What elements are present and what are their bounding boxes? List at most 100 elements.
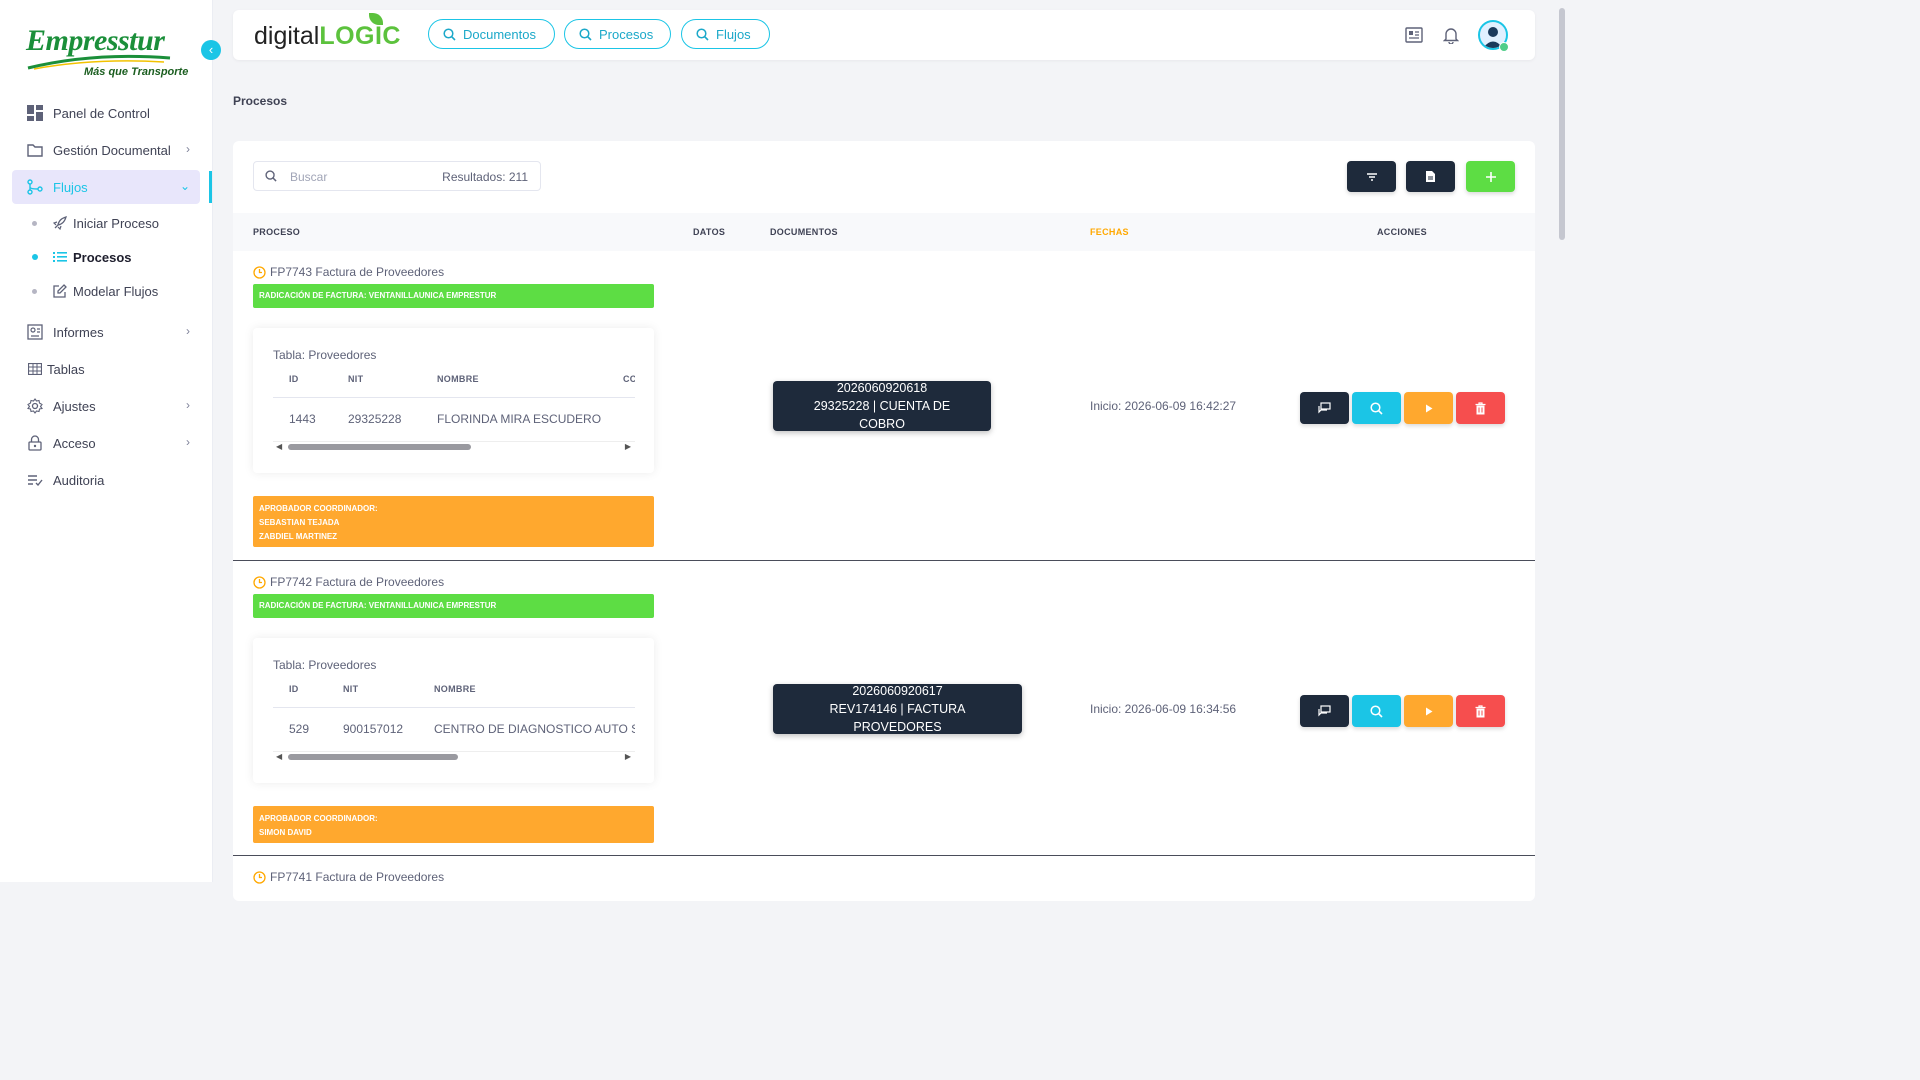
chevron-right-icon: › [186, 324, 190, 338]
data-table-card: Tabla: Proveedores ID NIT NOMBRE 529 900… [253, 638, 654, 783]
comments-button[interactable] [1300, 695, 1349, 727]
sidebar-item-tablas[interactable]: Tablas [12, 352, 200, 386]
table-header: PROCESO DATOS DOCUMENTOS FECHAS ACCIONES [233, 213, 1535, 251]
view-button[interactable] [1352, 695, 1401, 727]
sidebar: Empresstur Más que Transporte ‹ Panel de… [0, 0, 221, 882]
add-button[interactable] [1466, 161, 1515, 192]
bullet-icon [32, 221, 37, 226]
sidebar-subitem-procesos[interactable]: Procesos [12, 241, 200, 273]
table-row: FP7743 Factura de Proveedores RADICACIÓN… [233, 251, 1535, 561]
view-button[interactable] [1352, 392, 1401, 424]
quick-search-label: Flujos [716, 26, 751, 42]
sidebar-item-label: Informes [53, 324, 104, 340]
data-cell: CENTRO DE DIAGNOSTICO AUTO SUR [434, 722, 635, 736]
search-box: Resultados: 211 [253, 161, 541, 191]
continue-button[interactable] [1404, 695, 1453, 727]
row-actions [1300, 695, 1505, 727]
process-title[interactable]: FP7743 Factura de Proveedores [253, 265, 444, 279]
data-column-header: CC [623, 374, 635, 384]
brand-name: Empresstur [26, 24, 165, 57]
sidebar-item-panel-de-control[interactable]: Panel de Control [12, 96, 200, 130]
column-header-proceso[interactable]: PROCESO [253, 227, 300, 237]
sidebar-item-acceso[interactable]: Acceso › [12, 426, 200, 460]
export-button[interactable] [1406, 161, 1455, 192]
row-actions [1300, 392, 1505, 424]
stage-badge: RADICACIÓN DE FACTURA: VENTANILLAUNICA E… [253, 284, 654, 308]
sidebar-item-ajustes[interactable]: Ajustes › [12, 389, 200, 423]
sidebar-subitem-label: Procesos [73, 249, 132, 265]
brand-logo[interactable]: Empresstur Más que Transporte [24, 20, 194, 84]
document-number: 2026060920617 [852, 684, 943, 698]
lock-icon [26, 434, 44, 452]
scroll-left-icon[interactable]: ◀ [276, 442, 282, 451]
sidebar-item-auditoria[interactable]: Auditoria [12, 463, 200, 497]
search-input[interactable] [288, 166, 432, 188]
horizontal-scrollbar[interactable]: ◀ ▶ [273, 441, 635, 453]
divider [273, 707, 635, 708]
sidebar-item-label: Panel de Control [53, 105, 150, 121]
quick-search-procesos-button[interactable]: Procesos [564, 19, 671, 49]
search-icon [696, 27, 709, 41]
stage-badge: RADICACIÓN DE FACTURA: VENTANILLAUNICA E… [253, 594, 654, 618]
continue-button[interactable] [1404, 392, 1453, 424]
bell-icon[interactable] [1440, 24, 1462, 46]
comments-button[interactable] [1300, 392, 1349, 424]
sidebar-item-gestion-documental[interactable]: Gestión Documental › [12, 133, 200, 167]
data-column-header: ID [289, 684, 299, 694]
process-title[interactable]: FP7742 Factura de Proveedores [253, 575, 444, 589]
column-header-fechas[interactable]: FECHAS [1090, 227, 1129, 237]
quick-search-label: Documentos [463, 26, 536, 42]
logo-text-digital: digital [254, 22, 320, 50]
divider [273, 397, 635, 398]
play-icon [1425, 707, 1432, 715]
document-chip[interactable]: 2026060920617 REV174146 | FACTURA PROVED… [773, 684, 1022, 734]
horizontal-scrollbar[interactable]: ◀ ▶ [273, 751, 635, 763]
collapse-sidebar-button[interactable]: ‹ [201, 40, 221, 60]
delete-button[interactable] [1456, 392, 1505, 424]
sidebar-subitem-iniciar-proceso[interactable]: Iniciar Proceso [12, 207, 200, 239]
page-scrollbar-thumb[interactable] [1559, 8, 1565, 240]
chevron-right-icon: › [186, 435, 190, 449]
trash-icon [1475, 401, 1486, 414]
scrollbar-thumb[interactable] [288, 444, 471, 450]
page-scrollbar[interactable] [1556, 0, 1568, 882]
gear-icon [26, 397, 44, 415]
comments-icon [1318, 705, 1331, 717]
app-logo[interactable]: digitalLOGIC [254, 22, 401, 51]
search-icon [579, 27, 592, 41]
scroll-left-icon[interactable]: ◀ [276, 752, 282, 761]
plus-icon [1485, 171, 1496, 182]
sidebar-item-label: Tablas [47, 361, 85, 377]
column-header-acciones[interactable]: ACCIONES [1377, 227, 1427, 237]
delete-button[interactable] [1456, 695, 1505, 727]
chevron-right-icon: › [186, 398, 190, 412]
process-title[interactable]: FP7741 Factura de Proveedores [253, 870, 444, 884]
table-icon [26, 360, 44, 378]
filter-button[interactable] [1347, 161, 1396, 192]
approver-title: APROBADOR COORDINADOR: [259, 504, 378, 513]
data-table: ID NIT NOMBRE 529 900157012 CENTRO DE DI… [273, 678, 635, 748]
column-header-documentos[interactable]: DOCUMENTOS [770, 227, 838, 237]
quick-search-documentos-button[interactable]: Documentos [428, 19, 555, 49]
quick-search-flujos-button[interactable]: Flujos [681, 19, 770, 49]
search-icon [1370, 704, 1383, 718]
online-status-indicator [1499, 42, 1509, 52]
results-count: Resultados: 211 [442, 170, 528, 184]
file-icon [1426, 171, 1435, 182]
scroll-right-icon[interactable]: ▶ [625, 442, 631, 451]
document-chip[interactable]: 2026060920618 29325228 | CUENTA DE COBRO [773, 381, 991, 431]
sidebar-subitem-modelar-flujos[interactable]: Modelar Flujos [12, 275, 200, 307]
column-header-datos[interactable]: DATOS [693, 227, 725, 237]
bullet-icon [32, 254, 38, 260]
active-nav-marker [209, 171, 212, 203]
table-row: FP7741 Factura de Proveedores [233, 856, 1535, 901]
approver-name: SIMON DAVID [259, 828, 312, 837]
clock-icon [253, 870, 266, 884]
scroll-right-icon[interactable]: ▶ [625, 752, 631, 761]
scrollbar-thumb[interactable] [288, 754, 458, 760]
sidebar-item-informes[interactable]: Informes › [12, 315, 200, 349]
sidebar-item-flujos[interactable]: Flujos ⌄ [12, 170, 200, 204]
data-cell: 1443 [289, 412, 316, 426]
search-icon [443, 27, 456, 41]
news-icon[interactable] [1403, 24, 1425, 46]
